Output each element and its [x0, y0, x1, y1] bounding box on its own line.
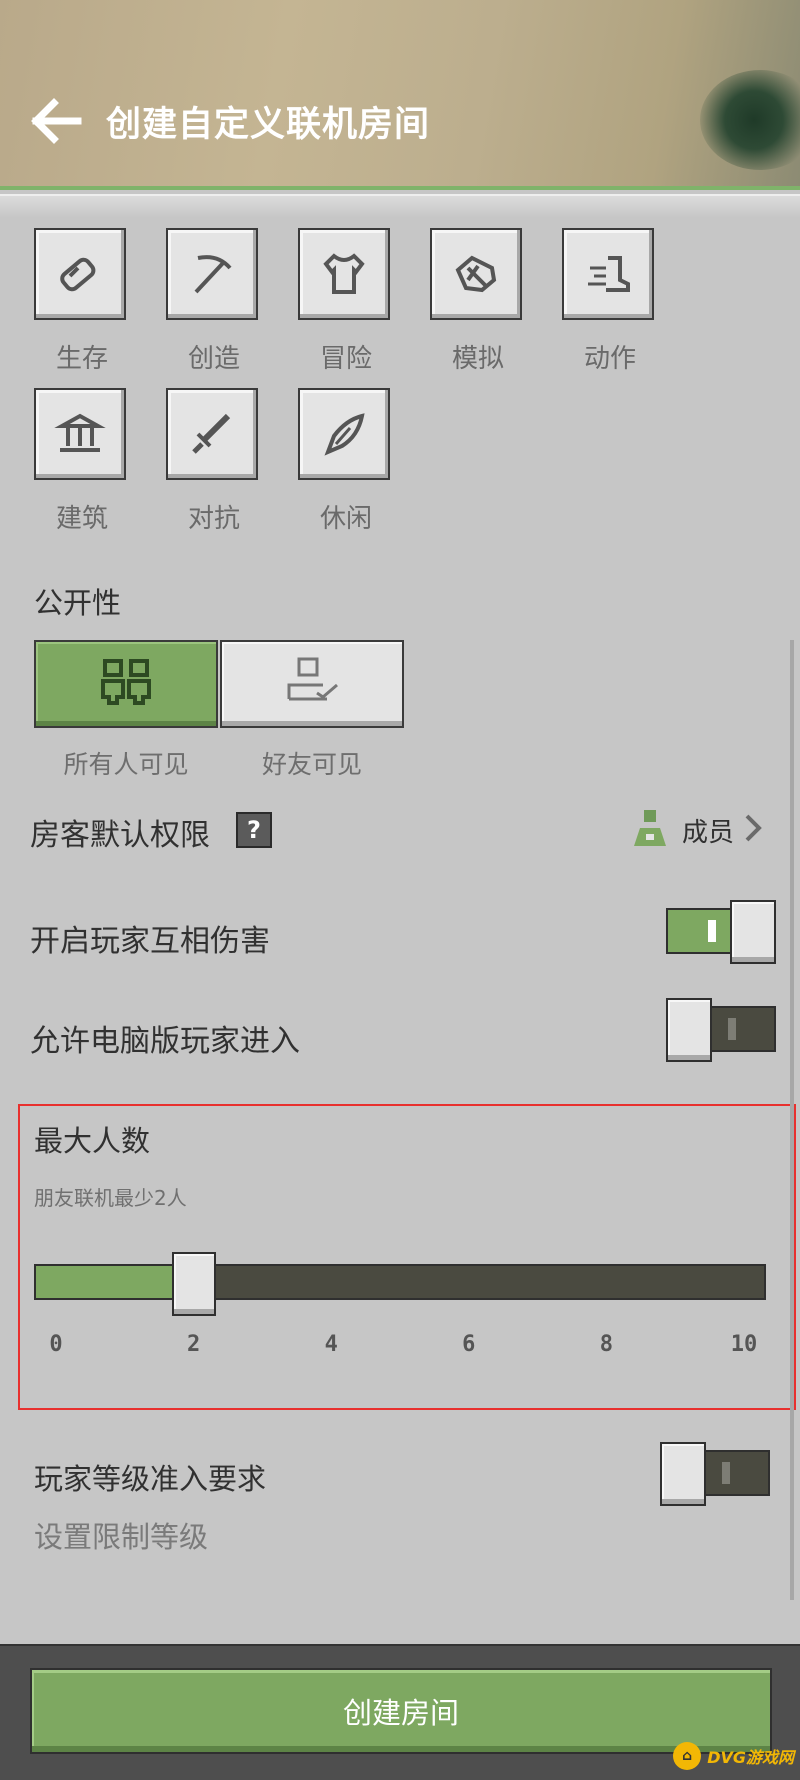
category-label: 生存	[55, 344, 108, 374]
toggle-knob[interactable]	[666, 998, 712, 1062]
shirt-icon	[298, 228, 390, 320]
hand-icon	[430, 228, 522, 320]
category-action[interactable]: 动作	[562, 228, 658, 375]
category-label: 休闲	[319, 504, 372, 534]
category-label: 动作	[583, 344, 636, 374]
page-title: 创建自定义联机房间	[106, 105, 431, 145]
toggle-off-mark	[728, 1018, 736, 1040]
slider-tick-label: 10	[730, 1332, 758, 1357]
max-players-slider[interactable]	[34, 1264, 766, 1300]
building-icon	[34, 388, 126, 480]
category-adventure[interactable]: 冒险	[298, 228, 394, 375]
toggle-off-mark	[722, 1462, 730, 1484]
help-icon[interactable]: ?	[236, 812, 272, 848]
category-label: 创造	[187, 344, 240, 374]
visibility-friends-label: 好友可见	[261, 750, 362, 779]
max-players-title: 最大人数	[34, 1124, 151, 1158]
sword-icon	[166, 388, 258, 480]
slider-tick-label: 8	[599, 1332, 614, 1357]
level-requirement-sub: 设置限制等级	[34, 1520, 209, 1554]
quill-icon	[298, 388, 390, 480]
pvp-label: 开启玩家互相伤害	[30, 924, 270, 959]
level-requirement-label: 玩家等级准入要求	[34, 1462, 267, 1496]
header-banner	[0, 0, 800, 190]
slider-tick-label: 0	[49, 1332, 63, 1357]
chevron-right-icon	[744, 813, 762, 847]
slider-handle[interactable]	[171, 1252, 216, 1316]
pc-players-toggle[interactable]	[666, 998, 776, 1062]
category-label: 建筑	[55, 504, 108, 534]
visibility-friends-button[interactable]	[220, 640, 404, 728]
watermark-text: DVG游戏网	[707, 1748, 794, 1767]
category-label: 模拟	[451, 344, 504, 374]
potion-icon	[34, 228, 126, 320]
scrollbar[interactable]	[790, 640, 794, 1600]
pickaxe-icon	[166, 228, 258, 320]
toggle-knob[interactable]	[730, 900, 776, 964]
header-divider	[0, 194, 800, 218]
pvp-toggle[interactable]	[666, 900, 776, 964]
slider-tick-label: 4	[324, 1332, 338, 1357]
header-background-art	[700, 70, 800, 170]
category-creative[interactable]: 创造	[166, 228, 262, 375]
category-survival[interactable]: 生存	[34, 228, 130, 375]
member-icon	[630, 808, 670, 852]
slider-tick-label: 6	[462, 1332, 476, 1357]
watermark-logo-icon: ⌂	[673, 1742, 702, 1770]
category-label: 对抗	[187, 504, 240, 534]
visibility-title: 公开性	[34, 586, 122, 620]
category-label: 冒险	[319, 344, 372, 374]
header-accent-line	[0, 186, 800, 190]
level-requirement-toggle[interactable]	[660, 1442, 770, 1506]
toggle-knob[interactable]	[660, 1442, 706, 1506]
max-players-subtitle: 朋友联机最少2人	[34, 1186, 187, 1210]
group-icon	[99, 655, 153, 713]
category-simulation[interactable]: 模拟	[430, 228, 526, 375]
permission-label: 房客默认权限	[30, 818, 210, 853]
boot-icon	[562, 228, 654, 320]
visibility-everyone-button[interactable]	[34, 640, 218, 728]
slider-tick-label: 2	[186, 1332, 201, 1357]
visibility-everyone-label: 所有人可见	[63, 750, 189, 779]
watermark: ⌂ DVG游戏网	[673, 1742, 794, 1770]
create-room-button[interactable]: 创建房间	[30, 1668, 772, 1754]
category-building[interactable]: 建筑	[34, 388, 130, 535]
create-room-label: 创建房间	[342, 1696, 459, 1730]
permission-selector[interactable]: 成员	[630, 806, 762, 854]
back-arrow-icon[interactable]	[30, 95, 82, 147]
category-casual[interactable]: 休闲	[298, 388, 394, 535]
toggle-on-mark	[708, 920, 716, 942]
friend-check-icon	[283, 655, 341, 713]
pc-players-label: 允许电脑版玩家进入	[30, 1024, 300, 1059]
permission-value: 成员	[682, 817, 735, 848]
category-pvp[interactable]: 对抗	[166, 388, 262, 535]
